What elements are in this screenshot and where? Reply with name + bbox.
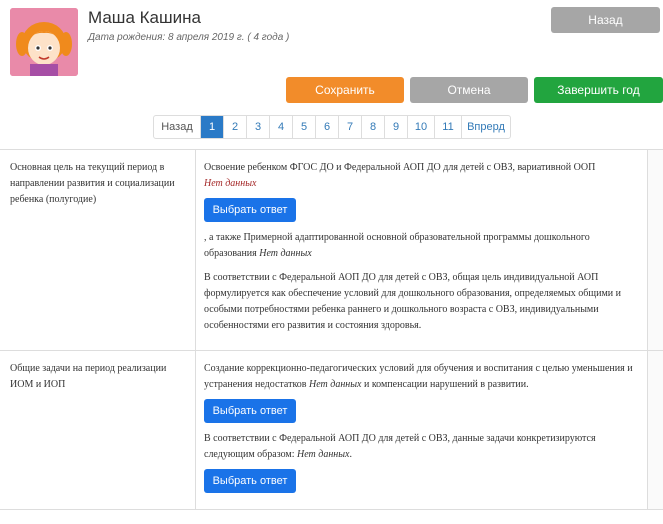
- intro-text-b: и компенсации нарушений в развитии.: [363, 379, 529, 390]
- row-content: Освоение ребенком ФГОС ДО и Федеральной …: [196, 150, 648, 350]
- pagination-next[interactable]: Впрерд: [462, 116, 510, 138]
- no-data-label: Нет данных: [297, 449, 350, 460]
- no-data-label: Нет данных: [259, 248, 312, 259]
- page-9[interactable]: 9: [385, 116, 408, 138]
- page-6[interactable]: 6: [316, 116, 339, 138]
- third-text: В соответствии с Федеральной АОП ДО для …: [204, 272, 621, 331]
- row-content: Создание коррекционно-педагогических усл…: [196, 351, 648, 509]
- row-label: Основная цель на текущий период в направ…: [0, 150, 196, 350]
- intro-text-main: Освоение ребенком ФГОС ДО и Федеральной …: [204, 162, 596, 173]
- back-button[interactable]: Назад: [551, 7, 660, 33]
- intro-text: Создание коррекционно-педагогических усл…: [204, 361, 639, 393]
- scroll-gutter: [648, 351, 663, 509]
- birth-date: Дата рождения: 8 апреля 2019 г. ( 4 года…: [88, 32, 290, 43]
- child-avatar: [10, 8, 78, 76]
- pagination: Назад 1 2 3 4 5 6 7 8 9 10 11 Впрерд: [153, 115, 511, 139]
- pagination-prev[interactable]: Назад: [154, 116, 201, 138]
- page-3[interactable]: 3: [247, 116, 270, 138]
- choose-answer-button[interactable]: Выбрать ответ: [204, 198, 296, 222]
- choose-answer-button-2[interactable]: Выбрать ответ: [204, 469, 296, 493]
- cancel-button[interactable]: Отмена: [410, 77, 528, 103]
- child-name: Маша Кашина: [88, 8, 201, 27]
- page-1[interactable]: 1: [201, 116, 224, 138]
- row-label: Общие задачи на период реализации ИОМ и …: [0, 351, 196, 509]
- page-11[interactable]: 11: [435, 116, 462, 138]
- girl-avatar-icon: [10, 8, 78, 76]
- table-row: Общие задачи на период реализации ИОМ и …: [0, 351, 663, 510]
- finish-year-button[interactable]: Завершить год: [534, 77, 663, 103]
- page-8[interactable]: 8: [362, 116, 385, 138]
- second-text-main: В соответствии с Федеральной АОП ДО для …: [204, 433, 596, 460]
- page-10[interactable]: 10: [408, 116, 435, 138]
- second-text: В соответствии с Федеральной АОП ДО для …: [204, 431, 639, 463]
- page-5[interactable]: 5: [293, 116, 316, 138]
- save-button[interactable]: Сохранить: [286, 77, 404, 103]
- no-data-label: Нет данных: [204, 178, 257, 189]
- intro-text: Освоение ребенком ФГОС ДО и Федеральной …: [204, 160, 639, 192]
- table-row: Основная цель на текущий период в направ…: [0, 150, 663, 351]
- choose-answer-button[interactable]: Выбрать ответ: [204, 399, 296, 423]
- page-2[interactable]: 2: [224, 116, 247, 138]
- page-4[interactable]: 4: [270, 116, 293, 138]
- goals-table: Основная цель на текущий период в направ…: [0, 149, 663, 510]
- second-text: , а также Примерной адаптированной основ…: [204, 230, 639, 262]
- scroll-gutter: [648, 150, 663, 350]
- no-data-label: Нет данных: [309, 379, 362, 390]
- page-7[interactable]: 7: [339, 116, 362, 138]
- second-text-end: .: [349, 449, 352, 460]
